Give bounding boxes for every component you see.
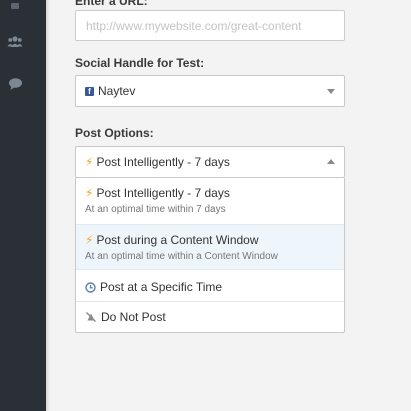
sidebar-icon-partial[interactable] [6, 0, 24, 14]
lightning-icon: ⚡ [85, 155, 94, 169]
lightning-icon: ⚡ [85, 233, 94, 247]
post-options-label: Post Options: [75, 126, 154, 140]
post-options-value: Post Intelligently - 7 days [96, 155, 230, 169]
post-options-dropdown: ⚡ Post Intelligently - 7 days At an opti… [75, 178, 345, 333]
option-title: Post during a Content Window [96, 233, 259, 247]
social-handle-select[interactable]: f Naytev [75, 75, 345, 107]
social-handle-value: Naytev [98, 84, 136, 98]
sidebar [0, 0, 46, 411]
facebook-icon: f [85, 86, 94, 96]
option-subtitle: At an optimal time within 7 days [85, 204, 226, 215]
social-handle-label: Social Handle for Test: [75, 56, 205, 70]
post-options-select[interactable]: ⚡ Post Intelligently - 7 days [75, 146, 345, 178]
chat-icon[interactable] [6, 75, 24, 93]
url-label: Enter a URL: [75, 0, 148, 8]
option-title: Post at a Specific Time [100, 280, 223, 294]
url-input[interactable] [75, 10, 345, 41]
clock-icon [85, 281, 96, 293]
do-not-post-icon [85, 311, 97, 323]
users-icon[interactable] [6, 33, 24, 51]
lightning-icon: ⚡ [85, 186, 94, 200]
post-option-intelligently[interactable]: ⚡ Post Intelligently - 7 days At an opti… [76, 186, 344, 215]
post-option-do-not-post[interactable]: Do Not Post [76, 310, 344, 324]
chevron-down-icon [327, 89, 335, 94]
option-title: Post Intelligently - 7 days [96, 186, 230, 200]
chevron-up-icon [327, 159, 335, 164]
post-option-content-window[interactable]: ⚡ Post during a Content Window At an opt… [76, 224, 344, 270]
divider [76, 301, 344, 302]
option-title: Do Not Post [101, 310, 166, 324]
option-subtitle: At an optimal time within a Content Wind… [85, 251, 278, 262]
sidebar-shadow [46, 0, 50, 411]
post-option-specific-time[interactable]: Post at a Specific Time [76, 280, 344, 294]
